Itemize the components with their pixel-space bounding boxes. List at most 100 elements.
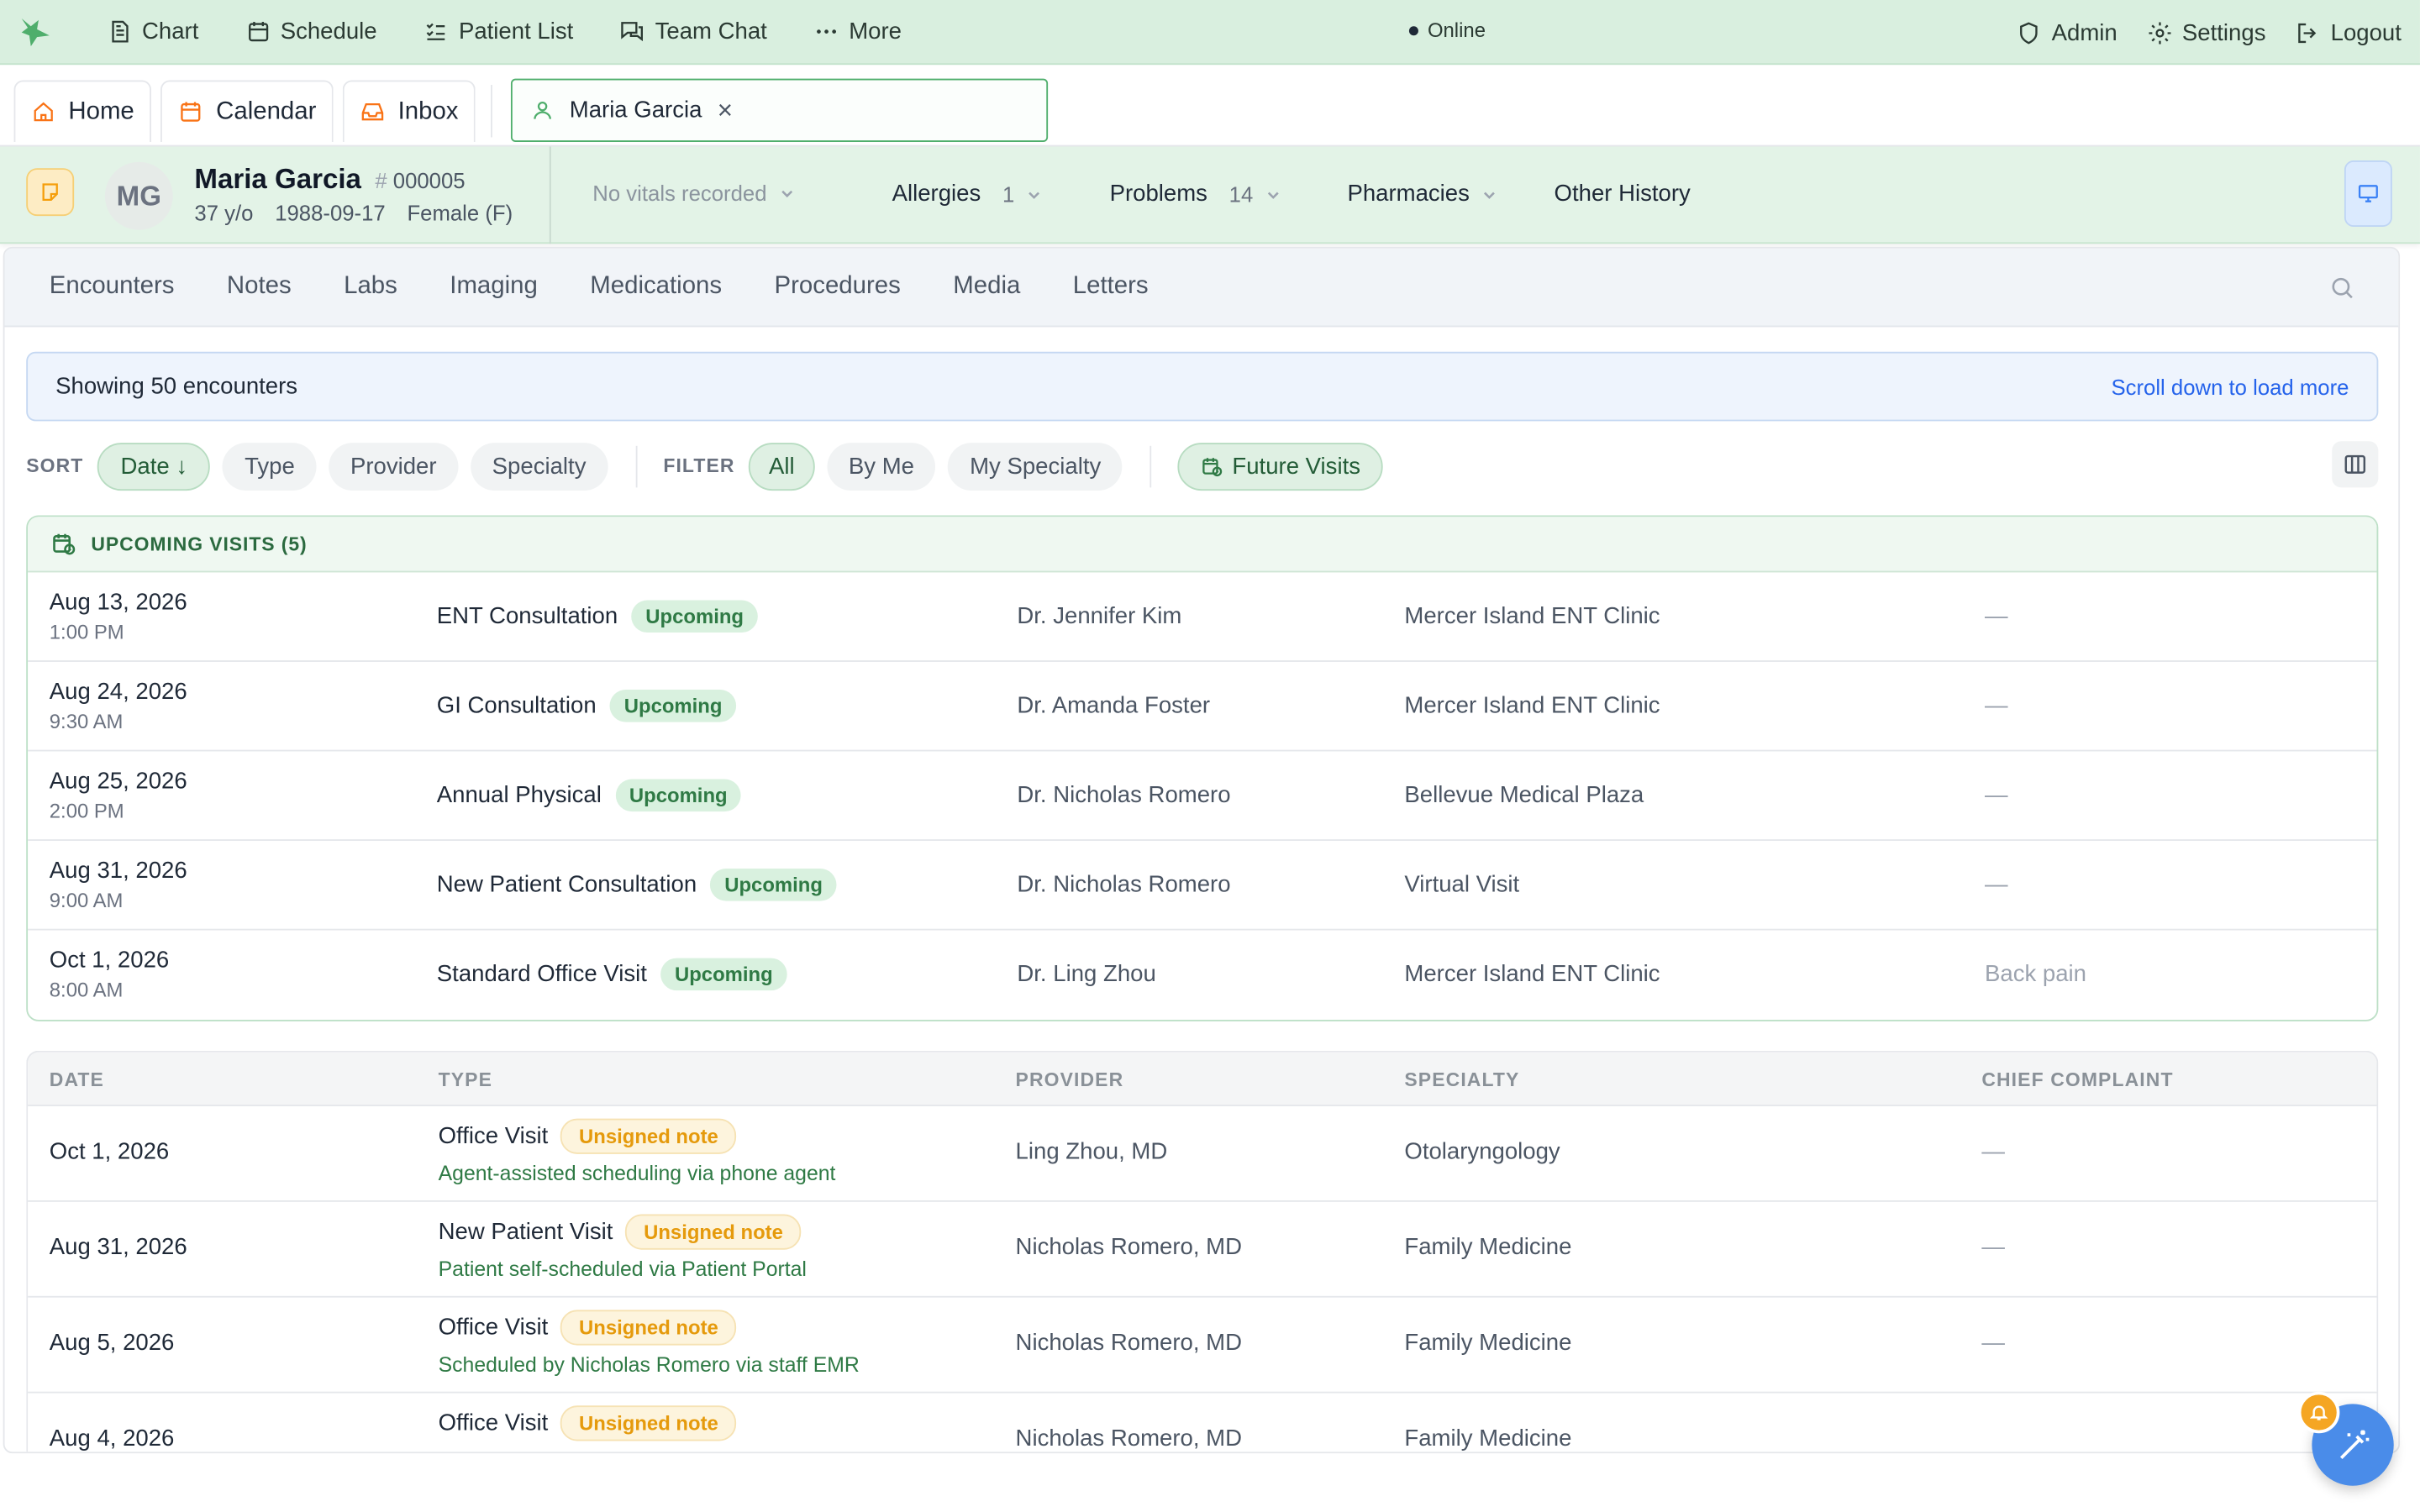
column-header-date[interactable]: DATE [50,1069,104,1091]
visit-type: New Patient Consultation Upcoming [437,869,837,901]
encounter-count-text: Showing 50 encounters [55,373,298,400]
visit-complaint: — [1984,871,2008,898]
allergies-label: Allergies [892,180,981,207]
gear-icon [2149,21,2171,44]
problems-dropdown[interactable]: Problems 14 [1110,181,1281,207]
nav-more[interactable]: More [790,0,924,64]
visit-datetime: Aug 25, 2026 2:00 PM [50,767,187,826]
screen-toggle-button[interactable] [2344,160,2392,227]
upcoming-visit-row[interactable]: Aug 31, 2026 9:00 AM New Patient Consulta… [28,841,2377,931]
logout-button[interactable]: Logout [2278,0,2413,65]
note-icon [42,183,58,202]
table-row[interactable]: Aug 5, 2026 Office Visit Unsigned note Sc… [28,1298,2377,1394]
visit-location: Virtual Visit [1404,871,1520,898]
encounter-type-label: Office Visit [438,1123,549,1150]
nav-chart[interactable]: Chart [83,0,222,64]
encounter-provider: Nicholas Romero, MD [1015,1234,1243,1261]
subtab-labs[interactable]: Labs [318,273,424,301]
vitals-dropdown[interactable]: No vitals recorded [592,181,794,205]
upcoming-visit-row[interactable]: Aug 13, 2026 1:00 PM ENT Consultation Upco… [28,572,2377,662]
tab-inbox[interactable]: Inbox [342,80,476,142]
upcoming-visit-row[interactable]: Oct 1, 2026 8:00 AM Standard Office Visit… [28,931,2376,1021]
visit-type-label: ENT Consultation [436,603,618,630]
visit-time: 9:00 AM [49,888,124,912]
app-logo-icon[interactable] [15,12,55,52]
column-header-provider[interactable]: PROVIDER [1016,1069,1124,1091]
nav-team-chat[interactable]: Team Chat [597,0,791,64]
nav-patient-list-label: Patient List [458,18,574,45]
top-right-actions: Admin Settings Logout [1999,0,2413,65]
sort-specialty-chip[interactable]: Specialty [470,442,608,491]
patient-id: # 000005 [375,168,465,192]
encounter-complaint: — [1981,1330,2005,1357]
filter-all-chip[interactable]: All [749,442,815,491]
upcoming-visits-title: UPCOMING VISITS (5) [91,533,308,555]
admin-button[interactable]: Admin [1999,0,2129,65]
other-history-button[interactable]: Other History [1555,181,1691,207]
table-row[interactable]: Aug 4, 2026 Office Visit Unsigned note Ni… [28,1394,2376,1452]
table-row[interactable]: Oct 1, 2026 Office Visit Unsigned note Ag… [28,1106,2377,1202]
sort-type-chip[interactable]: Type [223,442,317,491]
nav-schedule[interactable]: Schedule [222,0,400,64]
load-more-link[interactable]: Scroll down to load more [2111,374,2349,398]
upcoming-visit-row[interactable]: Aug 24, 2026 9:30 AM GI Consultation Upcom… [28,662,2377,752]
visit-location: Mercer Island ENT Clinic [1404,961,1660,988]
future-visits-toggle[interactable]: Future Visits [1178,442,1384,491]
tab-calendar-label: Calendar [216,97,317,124]
visit-type: ENT Consultation Upcoming [437,600,758,633]
column-header-specialty[interactable]: SPECIALTY [1404,1069,1519,1091]
unsigned-note-badge: Unsigned note [625,1214,802,1250]
visit-time: 8:00 AM [49,978,124,1002]
subtab-media[interactable]: Media [927,273,1046,301]
encounters-table: DATE TYPE PROVIDER SPECIALTY CHIEF COMPL… [26,1050,2379,1452]
visit-complaint: Back pain [1984,961,2086,988]
columns-icon [2344,454,2366,474]
upcoming-visit-row[interactable]: Aug 25, 2026 2:00 PM Annual Physical Upcom… [28,751,2377,842]
columns-button[interactable] [2332,441,2379,488]
allergies-dropdown[interactable]: Allergies 1 [892,181,1043,207]
sticky-note-button[interactable] [26,168,75,217]
sort-date-chip[interactable]: Date ↓ [97,442,211,491]
visit-complaint: — [1984,782,2008,809]
filter-my-specialty-chip[interactable]: My Specialty [948,442,1123,491]
list-icon [427,23,445,40]
status-badge: Upcoming [615,779,742,812]
tab-calendar[interactable]: Calendar [160,80,334,142]
notification-bell-icon[interactable] [2297,1391,2340,1434]
encounter-specialty: Otolaryngology [1404,1138,1560,1165]
close-tab-icon[interactable]: × [718,95,733,126]
chevron-down-icon [1484,191,1496,198]
pharmacies-dropdown[interactable]: Pharmacies [1347,181,1497,207]
logout-icon [2298,22,2317,43]
status-badge: Upcoming [710,869,837,901]
encounter-type: New Patient Visit Unsigned note Patient s… [439,1214,807,1280]
other-history-label: Other History [1554,180,1691,207]
visit-date: Aug 31, 2026 [49,858,187,885]
calendar-clock-icon [1202,457,1223,476]
nav-patient-list[interactable]: Patient List [400,0,597,64]
visit-provider: Dr. Ling Zhou [1017,961,1156,988]
subtab-encounters[interactable]: Encounters [5,273,201,301]
encounter-provider: Nicholas Romero, MD [1015,1425,1243,1452]
table-row[interactable]: Aug 31, 2026 New Patient Visit Unsigned n… [28,1202,2377,1298]
status-badge: Upcoming [610,690,737,722]
subtab-procedures[interactable]: Procedures [748,273,927,301]
subtab-notes[interactable]: Notes [201,273,318,301]
unsigned-note-badge: Unsigned note [560,1405,737,1441]
settings-button[interactable]: Settings [2129,0,2278,65]
tab-patient[interactable]: Maria Garcia × [510,78,1049,142]
column-header-type[interactable]: TYPE [439,1069,492,1091]
upcoming-visits-card: UPCOMING VISITS (5) Aug 13, 2026 1:00 PM … [26,515,2379,1021]
subtab-letters[interactable]: Letters [1047,273,1175,301]
subtab-medications[interactable]: Medications [564,273,748,301]
encounter-complaint: — [1981,1138,2005,1165]
tab-home[interactable]: Home [13,80,151,142]
visit-type-label: New Patient Consultation [436,871,697,898]
sort-provider-chip[interactable]: Provider [329,442,459,491]
filter-by-me-chip[interactable]: By Me [827,442,936,491]
upcoming-visits-list: Aug 13, 2026 1:00 PM ENT Consultation Upco… [28,572,2377,1021]
nav-more-label: More [849,18,902,45]
column-header-chief-complaint[interactable]: CHIEF COMPLAINT [1981,1069,2173,1091]
search-icon[interactable] [2329,275,2355,301]
subtab-imaging[interactable]: Imaging [424,273,564,301]
